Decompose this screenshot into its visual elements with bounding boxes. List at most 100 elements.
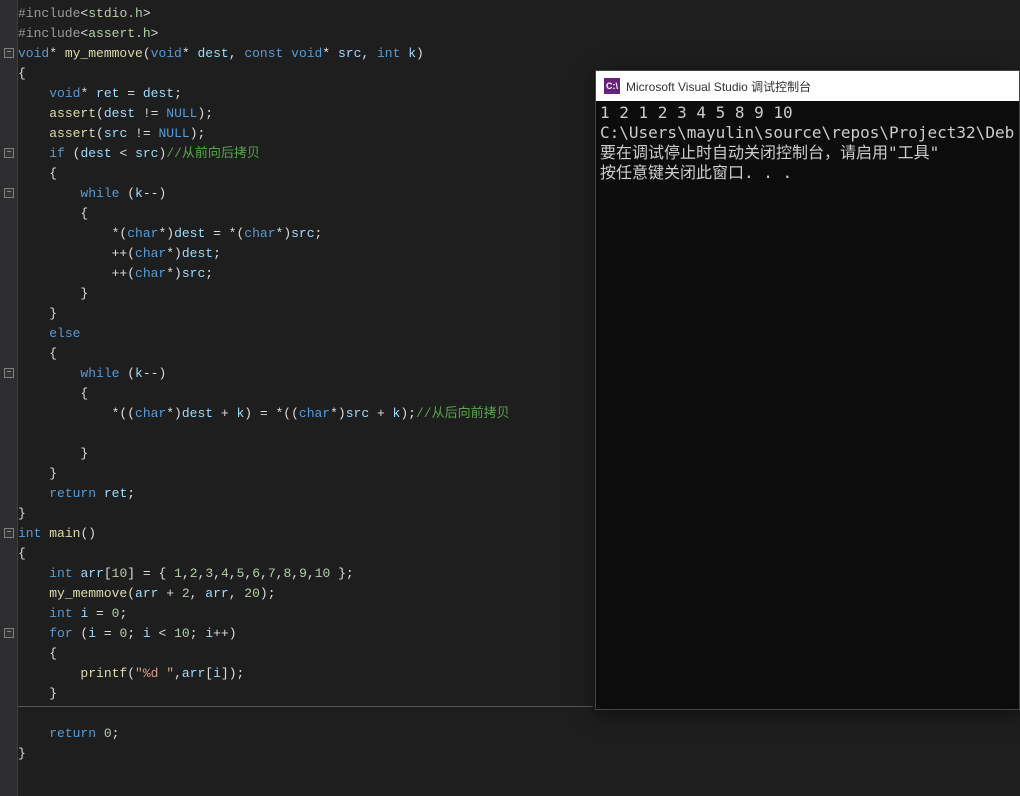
code-token: if [49, 146, 65, 161]
code-line[interactable]: { [18, 384, 510, 404]
code-line[interactable]: } [18, 504, 510, 524]
code-line[interactable]: int main() [18, 524, 510, 544]
code-line[interactable]: void* ret = dest; [18, 84, 510, 104]
code-line[interactable]: *(char*)dest = *(char*)src; [18, 224, 510, 244]
code-line[interactable]: *((char*)dest + k) = *((char*)src + k);/… [18, 404, 510, 424]
code-line[interactable]: my_memmove(arr + 2, arr, 20); [18, 584, 510, 604]
code-token: i [143, 626, 151, 641]
code-token: 7 [268, 566, 276, 581]
code-line[interactable]: return ret; [18, 484, 510, 504]
code-line[interactable]: return 0; [18, 724, 510, 744]
code-line[interactable]: { [18, 644, 510, 664]
code-token: 6 [252, 566, 260, 581]
code-token: src [135, 146, 158, 161]
code-line[interactable]: } [18, 464, 510, 484]
console-line: 1 2 1 2 3 4 5 8 9 10 [600, 103, 1015, 123]
code-token: ; [190, 626, 206, 641]
code-token: , [174, 666, 182, 681]
code-token: src [338, 46, 361, 61]
code-token: * [49, 46, 65, 61]
code-line[interactable]: while (k--) [18, 184, 510, 204]
code-token: { [49, 646, 57, 661]
code-token: ; [174, 86, 182, 101]
code-token: int [49, 606, 72, 621]
code-token: k [408, 46, 416, 61]
code-token: * [80, 86, 96, 101]
code-token: //从前向后拷贝 [166, 146, 260, 161]
code-line[interactable]: printf("%d ",arr[i]); [18, 664, 510, 684]
console-title: Microsoft Visual Studio 调试控制台 [626, 78, 811, 95]
code-token: return [49, 486, 96, 501]
code-token: 0 [104, 726, 112, 741]
code-line[interactable]: int arr[10] = { 1,2,3,4,5,6,7,8,9,10 }; [18, 564, 510, 584]
console-titlebar[interactable]: C:\ Microsoft Visual Studio 调试控制台 [596, 71, 1019, 101]
code-line[interactable]: } [18, 284, 510, 304]
code-token: [ [205, 666, 213, 681]
code-token: > [151, 26, 159, 41]
fold-toggle[interactable]: − [4, 188, 14, 198]
code-line[interactable]: ++(char*)src; [18, 264, 510, 284]
code-line[interactable]: #include<assert.h> [18, 24, 510, 44]
code-line[interactable]: for (i = 0; i < 10; i++) [18, 624, 510, 644]
code-token: 20 [244, 586, 260, 601]
code-line[interactable]: } [18, 684, 510, 704]
code-line[interactable]: { [18, 164, 510, 184]
code-token: ; [127, 626, 143, 641]
code-token: src [182, 266, 205, 281]
code-token: } [49, 686, 57, 701]
code-line[interactable]: { [18, 204, 510, 224]
code-token: } [18, 746, 26, 761]
code-token: char [135, 246, 166, 261]
code-token: , [229, 566, 237, 581]
code-line[interactable]: assert(src != NULL); [18, 124, 510, 144]
code-line[interactable] [18, 424, 510, 444]
code-token: //从后向前拷贝 [416, 406, 510, 421]
code-token: *) [158, 226, 174, 241]
code-token: for [49, 626, 72, 641]
fold-toggle[interactable]: − [4, 528, 14, 538]
code-line[interactable]: } [18, 744, 510, 764]
code-token: void [18, 46, 49, 61]
code-line[interactable]: while (k--) [18, 364, 510, 384]
fold-toggle[interactable]: − [4, 368, 14, 378]
code-token: ; [315, 226, 323, 241]
code-token [283, 46, 291, 61]
code-token: ret [96, 86, 119, 101]
code-line[interactable]: if (dest < src)//从前向后拷贝 [18, 144, 510, 164]
code-line[interactable]: else [18, 324, 510, 344]
code-token: ( [127, 586, 135, 601]
code-line[interactable]: { [18, 64, 510, 84]
code-line[interactable]: #include<stdio.h> [18, 4, 510, 24]
code-token: = *( [205, 226, 244, 241]
fold-toggle[interactable]: − [4, 48, 14, 58]
code-token: NULL [158, 126, 189, 141]
code-token: main [49, 526, 80, 541]
code-line[interactable]: ++(char*)dest; [18, 244, 510, 264]
code-line[interactable]: void* my_memmove(void* dest, const void*… [18, 44, 510, 64]
code-line[interactable]: assert(dest != NULL); [18, 104, 510, 124]
code-token: i [88, 626, 96, 641]
code-line[interactable]: } [18, 444, 510, 464]
fold-toggle[interactable]: − [4, 628, 14, 638]
code-token: + [369, 406, 392, 421]
code-token [96, 726, 104, 741]
code-token: i [205, 626, 213, 641]
code-token: my_memmove [65, 46, 143, 61]
debug-console-window[interactable]: C:\ Microsoft Visual Studio 调试控制台 1 2 1 … [595, 70, 1020, 710]
code-token: , [291, 566, 299, 581]
code-token: ( [96, 126, 104, 141]
code-token: , [190, 586, 206, 601]
code-line[interactable]: { [18, 344, 510, 364]
code-token: arr [182, 666, 205, 681]
code-line[interactable]: { [18, 544, 510, 564]
code-token: ( [65, 146, 81, 161]
code-token: arr [135, 586, 158, 601]
code-token: , [182, 566, 190, 581]
fold-toggle[interactable]: − [4, 148, 14, 158]
code-line[interactable]: } [18, 304, 510, 324]
code-line[interactable]: int i = 0; [18, 604, 510, 624]
code-line[interactable] [18, 704, 510, 724]
code-token: *) [276, 226, 292, 241]
code-area[interactable]: #include<stdio.h>#include<assert.h>void*… [18, 4, 510, 764]
code-token: ( [119, 186, 135, 201]
